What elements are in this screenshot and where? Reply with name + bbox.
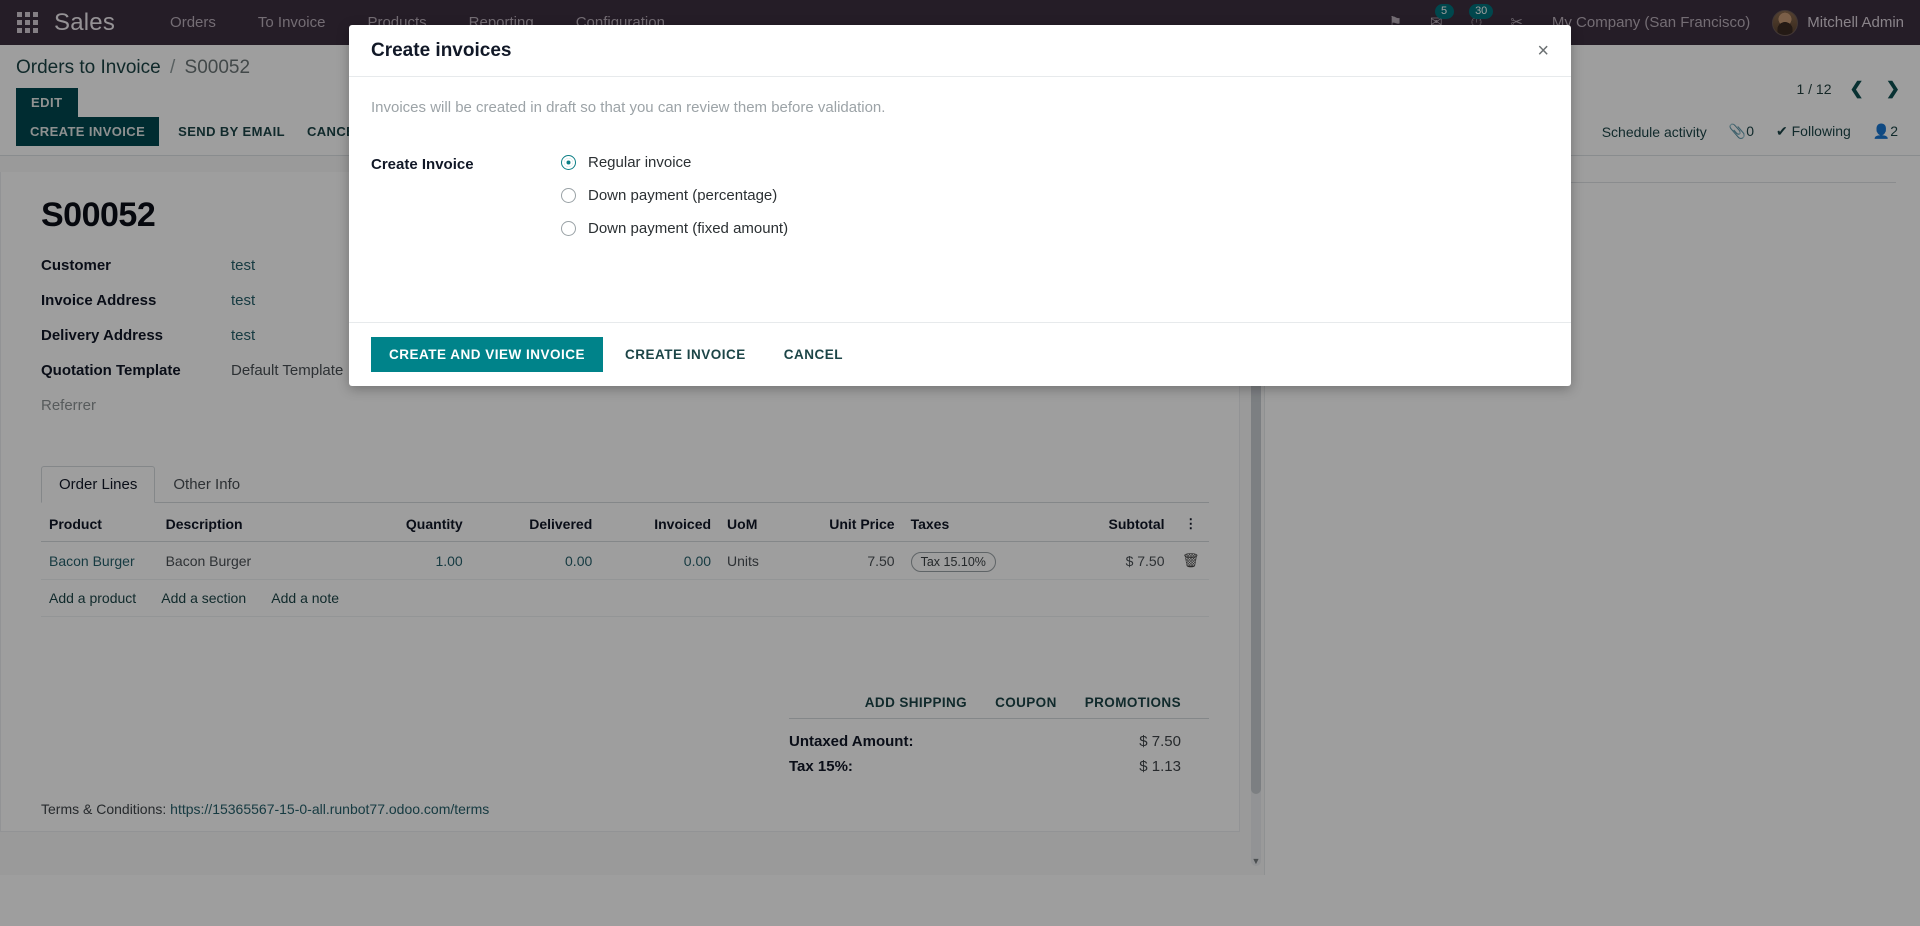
create-invoice-field: Create Invoice Regular invoice Down paym… (371, 154, 1549, 237)
radio-dot-regular-invoice[interactable] (561, 155, 576, 170)
modal-note: Invoices will be created in draft so tha… (371, 99, 886, 116)
create-and-view-invoice-button[interactable]: CREATE AND VIEW INVOICE (371, 337, 604, 372)
create-invoices-dialog: Create invoices × Invoices will be creat… (349, 25, 1571, 386)
create-invoice-label: Create Invoice (371, 156, 474, 173)
radio-down-payment-fixed[interactable]: Down payment (fixed amount) (561, 220, 788, 237)
modal-header: Create invoices × (349, 25, 1571, 77)
radio-label-down-payment-percentage: Down payment (percentage) (588, 187, 778, 204)
modal-title: Create invoices (371, 40, 512, 61)
cancel-button[interactable]: CANCEL (768, 337, 859, 372)
radio-label-regular-invoice: Regular invoice (588, 154, 692, 171)
close-icon[interactable]: × (1537, 41, 1549, 61)
create-invoice-button-modal[interactable]: CREATE INVOICE (609, 337, 762, 372)
radio-regular-invoice[interactable]: Regular invoice (561, 154, 788, 171)
modal-body: Invoices will be created in draft so tha… (349, 77, 1571, 322)
odoo-sales-screen: Sales Orders To Invoice Products Reporti… (0, 0, 1920, 926)
modal-footer: CREATE AND VIEW INVOICE CREATE INVOICE C… (349, 322, 1571, 386)
radio-label-down-payment-fixed: Down payment (fixed amount) (588, 220, 789, 237)
radio-dot-down-payment-percentage[interactable] (561, 188, 576, 203)
invoice-type-radio-group: Regular invoice Down payment (percentage… (561, 154, 788, 237)
radio-down-payment-percentage[interactable]: Down payment (percentage) (561, 187, 788, 204)
radio-dot-down-payment-fixed[interactable] (561, 221, 576, 236)
